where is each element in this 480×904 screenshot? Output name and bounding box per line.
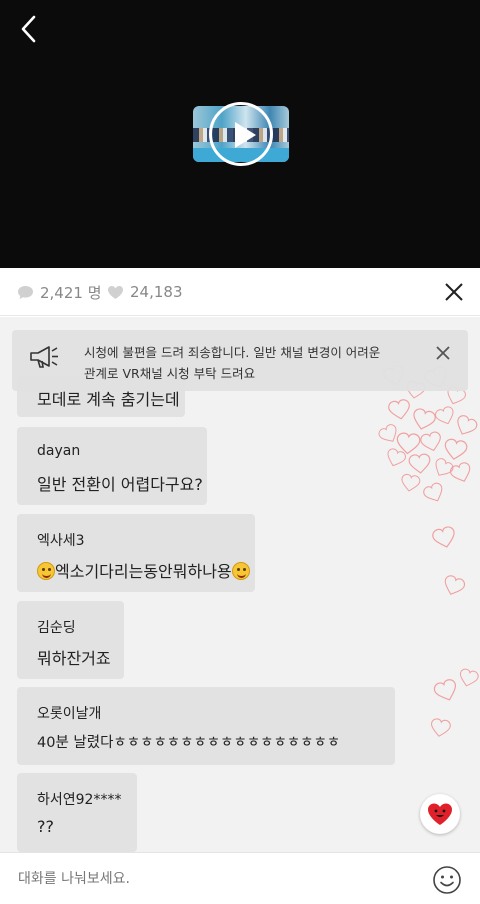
chevron-left-icon [21, 15, 36, 43]
play-button[interactable] [209, 102, 273, 166]
stats-bar: 2,421 명 24,183 [0, 268, 480, 316]
chat-message: 하서연92**** ?? [17, 773, 137, 852]
message-text-row: 엑소기다리는동안뭐하나용 [37, 558, 250, 582]
chat-area[interactable]: 모데로 계속 춤기는데 dayan 일반 전환이 어렵다구요? 엑사세3 엑소기… [0, 317, 480, 852]
viewer-count-text: 2,421 명 [40, 283, 102, 302]
chat-bubble-icon [18, 285, 33, 299]
notice-line-1: 시청에 불편을 드려 죄송합니다. 일반 채널 변경이 어려운 [84, 345, 381, 360]
emoji-button[interactable] [432, 865, 462, 895]
message-author: 하서연92**** [37, 792, 122, 808]
grinning-face-icon [37, 562, 55, 580]
chat-message: 김순딩 뭐하잔거죠 [17, 601, 124, 679]
notice-close-button[interactable] [434, 344, 452, 362]
heart-face-icon [428, 803, 452, 825]
smile-icon [433, 866, 461, 894]
viewer-count: 2,421 명 [17, 268, 102, 316]
back-button[interactable] [14, 12, 44, 46]
close-chat-button[interactable] [442, 280, 466, 304]
like-count-text: 24,183 [130, 283, 183, 301]
grinning-face-icon [231, 562, 250, 580]
video-player[interactable] [0, 0, 480, 268]
message-text: ?? [37, 817, 54, 836]
megaphone-icon [30, 346, 58, 368]
chat-message: 오롯이날개 40분 날렸다ㅎㅎㅎㅎㅎㅎㅎㅎㅎㅎㅎㅎㅎㅎㅎㅎㅎ [17, 687, 395, 765]
notice-banner: 시청에 불편을 드려 죄송합니다. 일반 채널 변경이 어려운 관계로 VR채널… [12, 330, 468, 391]
heart-icon [108, 285, 123, 299]
message-text: 뭐하잔거죠 [37, 649, 111, 668]
message-author: 엑사세3 [37, 533, 85, 549]
message-author: 김순딩 [37, 620, 76, 636]
chat-message: 엑사세3 엑소기다리는동안뭐하나용 [17, 514, 255, 592]
message-author: dayan [37, 443, 81, 459]
like-count: 24,183 [107, 268, 183, 316]
message-input-bar [0, 852, 480, 904]
chat-message: dayan 일반 전환이 어렵다구요? [17, 427, 207, 505]
message-text: 엑소기다리는동안뭐하나용 [55, 562, 232, 581]
notice-line-2: 관계로 VR채널 시청 부탁 드려요 [84, 366, 256, 381]
play-icon [235, 122, 256, 148]
like-button[interactable] [420, 794, 460, 834]
message-text: 40분 날렸다ㅎㅎㅎㅎㅎㅎㅎㅎㅎㅎㅎㅎㅎㅎㅎㅎㅎ [37, 735, 341, 751]
close-icon [445, 283, 463, 301]
message-input[interactable] [18, 865, 408, 893]
message-author: 오롯이날개 [37, 706, 102, 722]
message-text: 일반 전환이 어렵다구요? [37, 475, 203, 494]
